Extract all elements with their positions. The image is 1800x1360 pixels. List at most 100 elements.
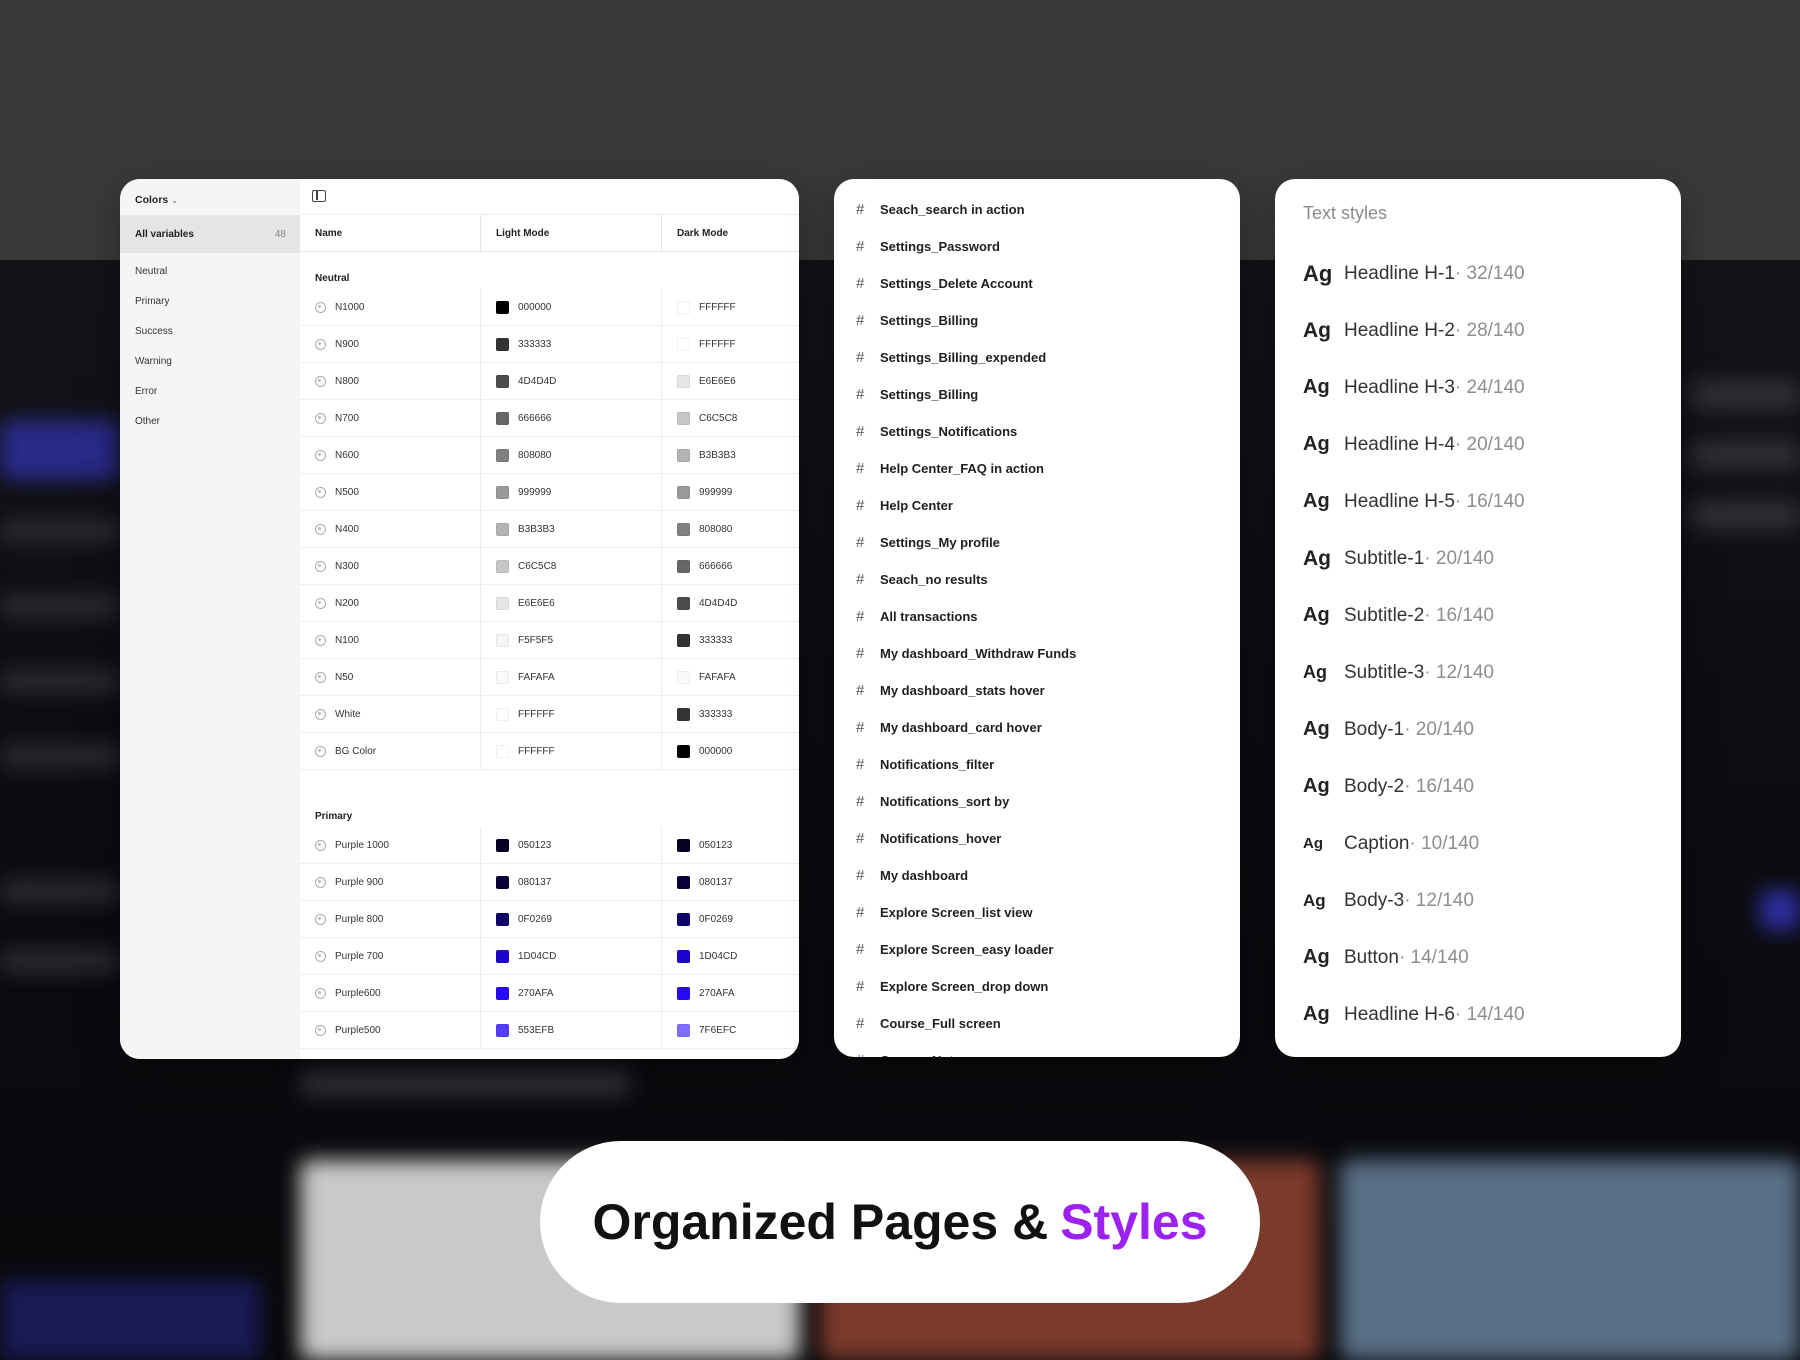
light-mode-cell[interactable]: 808080 (481, 437, 662, 473)
light-mode-cell[interactable]: FFFFFF (481, 733, 662, 769)
variable-row[interactable]: Purple500 553EFB 7F6EFC (300, 1012, 799, 1049)
dark-mode-cell[interactable]: 4D4D4D (662, 585, 799, 621)
variable-group-item[interactable]: Success (120, 322, 300, 352)
dark-mode-cell[interactable]: FFFFFF (662, 289, 799, 325)
page-item[interactable]: # My dashboard_Withdraw Funds (834, 635, 1240, 672)
light-mode-cell[interactable]: E6E6E6 (481, 585, 662, 621)
variable-row[interactable]: N700 666666 C6C5C8 (300, 400, 799, 437)
page-item[interactable]: # Explore Screen_easy loader (834, 931, 1240, 968)
page-item[interactable]: # Settings_Delete Account (834, 265, 1240, 302)
dark-mode-cell[interactable]: 808080 (662, 511, 799, 547)
text-style-item[interactable]: Ag Headline H-6 · 14/140 (1303, 986, 1525, 1043)
dark-mode-cell[interactable]: E6E6E6 (662, 363, 799, 399)
variable-row[interactable]: N100 F5F5F5 333333 (300, 622, 799, 659)
page-item[interactable]: # Settings_Billing (834, 376, 1240, 413)
page-item[interactable]: # Settings_Billing (834, 302, 1240, 339)
variable-row[interactable]: Purple 800 0F0269 0F0269 (300, 901, 799, 938)
page-item[interactable]: # Settings_My profile (834, 524, 1240, 561)
variable-row[interactable]: Purple 1000 050123 050123 (300, 827, 799, 864)
light-mode-cell[interactable]: 000000 (481, 289, 662, 325)
page-item[interactable]: # All transactions (834, 598, 1240, 635)
variable-group-item[interactable]: Error (120, 382, 300, 412)
variable-row[interactable]: N200 E6E6E6 4D4D4D (300, 585, 799, 622)
variable-row[interactable]: N400 B3B3B3 808080 (300, 511, 799, 548)
dark-mode-cell[interactable]: 7F6EFC (662, 1012, 799, 1048)
dark-mode-cell[interactable]: 080137 (662, 864, 799, 900)
light-mode-cell[interactable]: 4D4D4D (481, 363, 662, 399)
variable-row[interactable]: N600 808080 B3B3B3 (300, 437, 799, 474)
page-item[interactable]: # Course_Full screen (834, 1005, 1240, 1042)
light-mode-cell[interactable]: F5F5F5 (481, 622, 662, 658)
dark-mode-cell[interactable]: B3B3B3 (662, 437, 799, 473)
dark-mode-cell[interactable]: 666666 (662, 548, 799, 584)
page-item[interactable]: # My dashboard_stats hover (834, 672, 1240, 709)
text-style-item[interactable]: Ag Subtitle-1 · 20/140 (1303, 530, 1525, 587)
dark-mode-cell[interactable]: 000000 (662, 733, 799, 769)
variable-group-item[interactable]: Neutral (120, 262, 300, 292)
page-item[interactable]: # Notifications_hover (834, 820, 1240, 857)
text-style-item[interactable]: Ag Body-2 · 16/140 (1303, 758, 1525, 815)
dark-mode-cell[interactable]: 1D04CD (662, 938, 799, 974)
text-style-item[interactable]: Ag Headline H-5 · 16/140 (1303, 473, 1525, 530)
dark-mode-cell[interactable]: 333333 (662, 696, 799, 732)
light-mode-cell[interactable]: FAFAFA (481, 659, 662, 695)
page-item[interactable]: #Course_Notes (834, 1042, 1240, 1057)
variable-row[interactable]: Purple600 270AFA 270AFA (300, 975, 799, 1012)
dark-mode-cell[interactable]: FAFAFA (662, 659, 799, 695)
text-style-item[interactable]: Ag Subtitle-3 · 12/140 (1303, 644, 1525, 701)
variable-group-item[interactable]: Primary (120, 292, 300, 322)
variable-row[interactable]: N300 C6C5C8 666666 (300, 548, 799, 585)
text-style-item[interactable]: Ag Button · 14/140 (1303, 929, 1525, 986)
text-style-item[interactable]: Ag Headline H-3 · 24/140 (1303, 359, 1525, 416)
variable-group-item[interactable]: Warning (120, 352, 300, 382)
variable-row[interactable]: N1000 000000 FFFFFF (300, 289, 799, 326)
page-item[interactable]: # Settings_Password (834, 228, 1240, 265)
variable-row[interactable]: N500 999999 999999 (300, 474, 799, 511)
text-style-item[interactable]: Ag Caption · 10/140 (1303, 815, 1525, 872)
page-item[interactable]: # Explore Screen_drop down (834, 968, 1240, 1005)
dark-mode-cell[interactable]: 050123 (662, 827, 799, 863)
light-mode-cell[interactable]: C6C5C8 (481, 548, 662, 584)
dark-mode-cell[interactable]: 270AFA (662, 975, 799, 1011)
variable-row[interactable]: N50 FAFAFA FAFAFA (300, 659, 799, 696)
text-style-item[interactable]: Ag Body-3 · 12/140 (1303, 872, 1525, 929)
light-mode-cell[interactable]: 270AFA (481, 975, 662, 1011)
dark-mode-cell[interactable]: 333333 (662, 622, 799, 658)
light-mode-cell[interactable]: 1D04CD (481, 938, 662, 974)
page-item[interactable]: # My dashboard_card hover (834, 709, 1240, 746)
page-item[interactable]: # Seach_no results (834, 561, 1240, 598)
sidebar-toggle-icon[interactable] (312, 190, 326, 202)
light-mode-cell[interactable]: 080137 (481, 864, 662, 900)
dark-mode-cell[interactable]: 999999 (662, 474, 799, 510)
variable-row[interactable]: N800 4D4D4D E6E6E6 (300, 363, 799, 400)
page-item[interactable]: # Notifications_sort by (834, 783, 1240, 820)
light-mode-cell[interactable]: 666666 (481, 400, 662, 436)
text-style-item[interactable]: Ag Headline H-1 · 32/140 (1303, 245, 1525, 302)
dark-mode-cell[interactable]: 0F0269 (662, 901, 799, 937)
collection-dropdown[interactable]: Colors ⌄ (120, 179, 300, 215)
page-item[interactable]: # Explore Screen_list view (834, 894, 1240, 931)
light-mode-cell[interactable]: 333333 (481, 326, 662, 362)
variable-row[interactable]: Purple 900 080137 080137 (300, 864, 799, 901)
page-item[interactable]: # Settings_Billing_expended (834, 339, 1240, 376)
variable-row[interactable]: N900 333333 FFFFFF (300, 326, 799, 363)
page-item[interactable]: # Seach_search in action (834, 191, 1240, 228)
light-mode-cell[interactable]: 999999 (481, 474, 662, 510)
all-variables-item[interactable]: All variables 48 (120, 215, 300, 253)
page-item[interactable]: # Help Center (834, 487, 1240, 524)
text-style-item[interactable]: Ag Headline H-2 · 28/140 (1303, 302, 1525, 359)
light-mode-cell[interactable]: 553EFB (481, 1012, 662, 1048)
page-item[interactable]: # My dashboard (834, 857, 1240, 894)
dark-mode-cell[interactable]: C6C5C8 (662, 400, 799, 436)
light-mode-cell[interactable]: B3B3B3 (481, 511, 662, 547)
light-mode-cell[interactable]: FFFFFF (481, 696, 662, 732)
page-item[interactable]: # Notifications_filter (834, 746, 1240, 783)
light-mode-cell[interactable]: 050123 (481, 827, 662, 863)
page-item[interactable]: # Help Center_FAQ in action (834, 450, 1240, 487)
text-style-item[interactable]: Ag Subtitle-2 · 16/140 (1303, 587, 1525, 644)
variable-row[interactable]: White FFFFFF 333333 (300, 696, 799, 733)
light-mode-cell[interactable]: 0F0269 (481, 901, 662, 937)
variable-row[interactable]: BG Color FFFFFF 000000 (300, 733, 799, 770)
dark-mode-cell[interactable]: FFFFFF (662, 326, 799, 362)
text-style-item[interactable]: Ag Headline H-4 · 20/140 (1303, 416, 1525, 473)
